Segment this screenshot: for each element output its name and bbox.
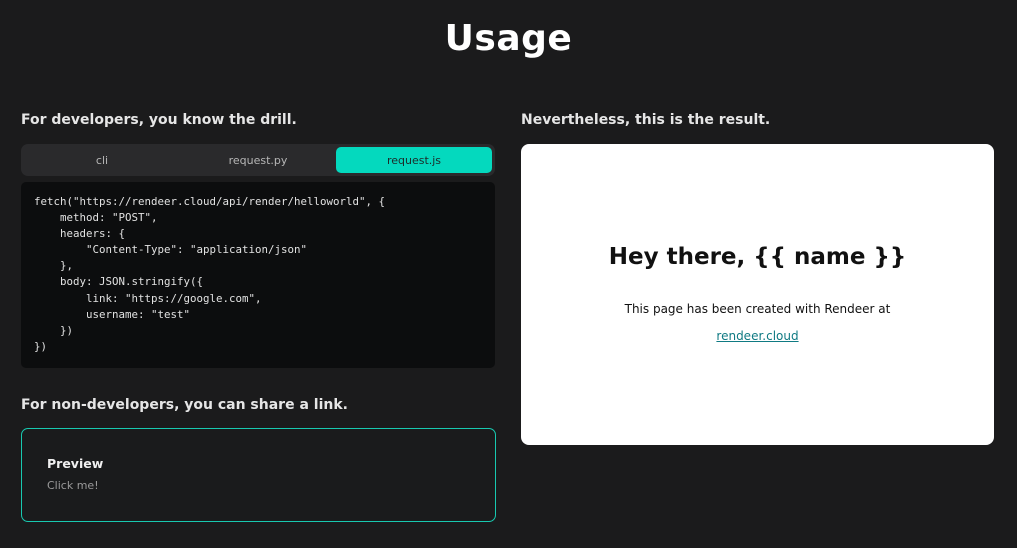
result-heading: Nevertheless, this is the result. xyxy=(521,112,771,128)
tab-cli[interactable]: cli xyxy=(24,147,180,173)
rendeer-cloud-link[interactable]: rendeer.cloud xyxy=(716,329,798,343)
tab-request-js[interactable]: request.js xyxy=(336,147,492,173)
code-snippet: fetch("https://rendeer.cloud/api/render/… xyxy=(21,182,495,368)
preview-title: Preview xyxy=(47,456,104,471)
code-language-tabs: cli request.py request.js xyxy=(21,144,495,176)
non-developers-heading: For non-developers, you can share a link… xyxy=(21,397,348,413)
tab-request-py[interactable]: request.py xyxy=(180,147,336,173)
rendered-heading: Hey there, {{ name }} xyxy=(608,244,907,270)
preview-link-card[interactable]: Preview Click me! xyxy=(21,428,496,522)
preview-subtitle: Click me! xyxy=(47,479,99,492)
developers-heading: For developers, you know the drill. xyxy=(21,112,297,128)
rendered-text: This page has been created with Rendeer … xyxy=(624,302,891,316)
page-title: Usage xyxy=(444,18,573,59)
result-preview-panel: Hey there, {{ name }} This page has been… xyxy=(521,144,994,445)
